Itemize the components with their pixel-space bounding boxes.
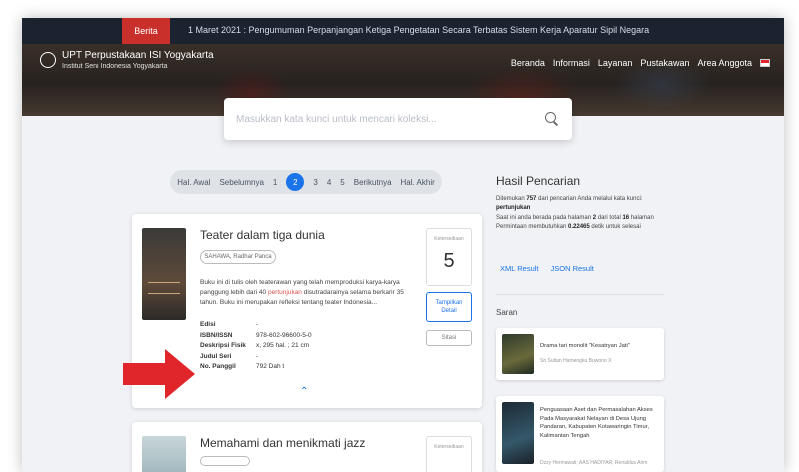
- news-bar: Berita 1 Maret 2021 : Pengumuman Perpanj…: [22, 18, 784, 44]
- result-card: Memahami dan menikmati jazz Ketersediaan: [132, 422, 482, 472]
- suggestion-author: Sri Sultan Hamengku Buwono X: [540, 358, 612, 364]
- library-logo-icon: [40, 52, 56, 68]
- search-keyword: pertunjukan: [496, 205, 531, 212]
- author-chip[interactable]: [200, 456, 250, 466]
- suggestion-card[interactable]: Penguasaan Aset dan Permasalahan Akses P…: [496, 396, 664, 472]
- meta-value-judul-seri: -: [256, 352, 259, 360]
- nav-layanan[interactable]: Layanan: [598, 58, 633, 68]
- page-text-1: Saat ini anda berada pada halaman: [496, 214, 593, 221]
- site-subtitle: Institut Seni Indonesia Yogyakarta: [62, 63, 168, 70]
- author-chip[interactable]: SAHAWA, Radhar Panca: [200, 250, 276, 264]
- search-box: [224, 98, 572, 140]
- suggestion-card[interactable]: Drama tari monolit "Kesatryan Jati" Sri …: [496, 328, 664, 380]
- meta-value-deskripsi: x, 295 hal. ; 21 cm: [256, 342, 310, 349]
- meta-key-judul-seri: Judul Seri: [200, 352, 232, 360]
- suggestion-thumbnail[interactable]: [502, 402, 534, 464]
- page-last[interactable]: Hal. Akhir: [401, 178, 435, 187]
- found-text-1: Ditemukan: [496, 196, 527, 202]
- meta-value-isbn: 978-602-96600-5-0: [256, 331, 312, 339]
- book-cover-image[interactable]: [142, 228, 186, 320]
- availability-box: Ketersediaan 5: [426, 228, 472, 286]
- site-brand[interactable]: UPT Perpustakaan ISI Yogyakarta Institut…: [40, 50, 214, 70]
- language-flag-icon[interactable]: [760, 59, 770, 67]
- top-nav: Beranda Informasi Layanan Pustakawan Are…: [511, 58, 770, 68]
- pagination: Hal. Awal Sebelumnya 1 2 3 4 5 Berikutny…: [170, 170, 442, 194]
- chevron-up-icon[interactable]: ⌃: [300, 386, 308, 397]
- suggestion-title[interactable]: Drama tari monolit "Kesatryan Jati": [540, 342, 658, 351]
- results-heading: Hasil Pencarian: [496, 174, 581, 188]
- found-count: 757: [526, 196, 537, 202]
- xml-result-link[interactable]: XML Result: [500, 264, 539, 273]
- page-3[interactable]: 3: [313, 178, 317, 187]
- search-input[interactable]: [236, 113, 544, 125]
- availability-label: Ketersediaan: [434, 236, 464, 242]
- found-text-2: dari pencarian Anda melalui kata kunci:: [536, 196, 643, 202]
- meta-value-no-panggil: 792 Dah t: [256, 363, 285, 370]
- page-2-current[interactable]: 2: [286, 173, 305, 191]
- meta-key-deskripsi: Deskripsi Fisik: [200, 342, 246, 349]
- meta-key-edisi: Edisi: [200, 321, 216, 328]
- result-title[interactable]: Memahami dan menikmati jazz: [200, 436, 365, 450]
- page-4[interactable]: 4: [327, 178, 331, 187]
- page-5[interactable]: 5: [340, 178, 344, 187]
- time-text-1: Permintaan membutuhkan: [496, 223, 569, 230]
- citation-button[interactable]: Sitasi: [426, 330, 472, 346]
- page-1[interactable]: 1: [273, 178, 277, 187]
- result-title[interactable]: Teater dalam tiga dunia: [200, 228, 325, 242]
- suggestion-title[interactable]: Penguasaan Aset dan Permasalahan Akses P…: [540, 406, 658, 441]
- arrow-shape: [123, 349, 195, 399]
- book-cover-image[interactable]: [142, 436, 186, 472]
- availability-box: Ketersediaan: [426, 436, 472, 472]
- meta-value-edisi: -: [256, 321, 259, 328]
- show-detail-button[interactable]: Tampilkan Detail: [426, 292, 472, 322]
- result-abstract: Buku ini di tulis oleh teaterawan yang t…: [200, 278, 404, 308]
- search-icon[interactable]: [544, 111, 560, 127]
- page-next[interactable]: Berikutnya: [354, 178, 392, 187]
- meta-key-no-panggil: No. Panggil: [200, 363, 236, 370]
- time-value: 0.22465: [568, 223, 590, 230]
- nav-beranda[interactable]: Beranda: [511, 58, 545, 68]
- news-ticker[interactable]: 1 Maret 2021 : Pengumuman Perpanjangan K…: [188, 25, 649, 35]
- json-result-link[interactable]: JSON Result: [551, 264, 594, 273]
- meta-key-isbn: ISBN/ISSN: [200, 331, 233, 339]
- nav-pustakawan[interactable]: Pustakawan: [640, 58, 689, 68]
- page-text-3: halaman: [629, 214, 654, 221]
- nav-area-anggota[interactable]: Area Anggota: [697, 58, 752, 68]
- red-arrow-annotation: [123, 349, 195, 399]
- divider: [496, 294, 664, 295]
- time-text-2: detik untuk selesai: [589, 223, 641, 230]
- page-text-2: dari total: [596, 214, 623, 221]
- result-metadata: Edisi - ISBN/ISSN 978-602-96600-5-0 Deskri…: [200, 320, 312, 373]
- export-links: XML Result JSON Result: [500, 264, 594, 273]
- suggestions-heading: Saran: [496, 308, 518, 317]
- nav-informasi[interactable]: Informasi: [553, 58, 590, 68]
- news-badge[interactable]: Berita: [122, 18, 170, 44]
- availability-count: 5: [443, 250, 455, 272]
- page-first[interactable]: Hal. Awal: [177, 178, 210, 187]
- abstract-keyword: pertunjukan: [267, 289, 302, 297]
- suggestion-thumbnail[interactable]: [502, 334, 534, 374]
- page-prev[interactable]: Sebelumnya: [219, 178, 263, 187]
- suggestion-author: Dzzy Hermawati; AAS HADIYAR; Renaldus Ar…: [540, 460, 648, 466]
- results-summary: Ditemukan 757 dari pencarian Anda melalu…: [496, 195, 682, 232]
- site-title: UPT Perpustakaan ISI Yogyakarta: [62, 50, 214, 61]
- availability-label: Ketersediaan: [434, 444, 464, 450]
- browser-screen: Berita 1 Maret 2021 : Pengumuman Perpanj…: [22, 18, 784, 472]
